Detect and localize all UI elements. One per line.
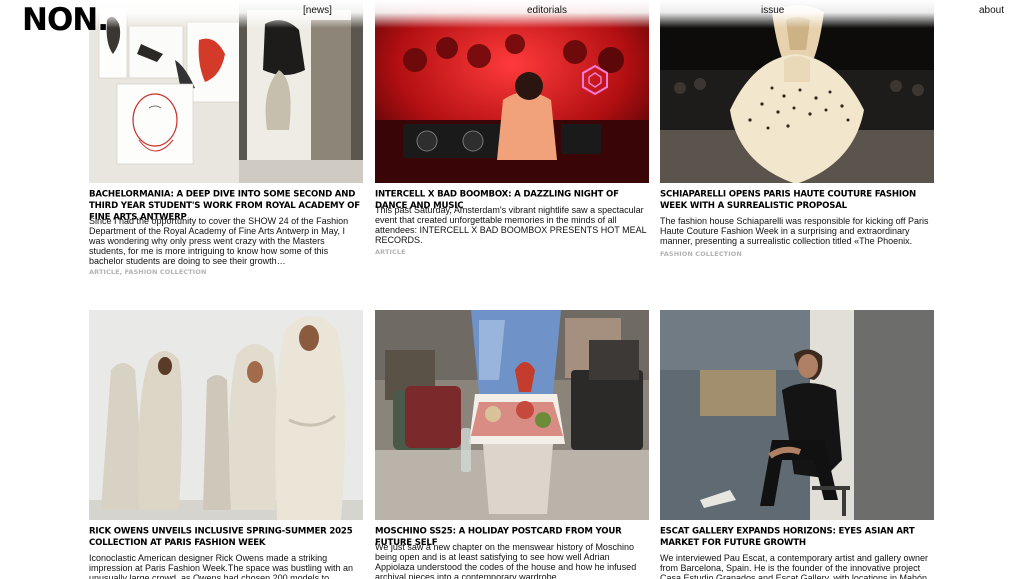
tag-link[interactable]: FASHION COLLECTION bbox=[660, 250, 742, 258]
article-excerpt: Since I had the opportunity to cover the… bbox=[89, 216, 349, 266]
nav-issue[interactable]: issue bbox=[761, 5, 784, 16]
article-card[interactable]: Rick Owens Unveils Inclusive Spring-Summ… bbox=[89, 310, 363, 579]
article-card[interactable]: Intercell x Bad Boombox: A Dazzling Nigh… bbox=[375, 0, 649, 280]
article-image[interactable] bbox=[89, 0, 363, 183]
article-excerpt: This past Saturday, Amsterdam's vibrant … bbox=[375, 205, 647, 245]
nav-about[interactable]: about bbox=[979, 5, 1004, 16]
article-card[interactable]: Moschino SS25: A Holiday Postcard From Y… bbox=[375, 310, 649, 579]
nav-news[interactable]: [news] bbox=[303, 5, 332, 16]
site-logo[interactable]: NON. bbox=[22, 2, 109, 38]
article-card[interactable]: Escat Gallery Expands Horizons: Eyes Asi… bbox=[660, 310, 934, 579]
article-image[interactable] bbox=[375, 310, 649, 520]
tag-link[interactable]: ARTICLE bbox=[375, 248, 406, 256]
tag-link[interactable]: ARTICLE bbox=[89, 268, 120, 276]
nav-editorials[interactable]: editorials bbox=[527, 5, 567, 16]
article-excerpt: We just saw a new chapter on the menswea… bbox=[375, 542, 637, 579]
article-card[interactable]: Schiaparelli Opens Paris Haute Couture F… bbox=[660, 0, 934, 280]
article-image[interactable] bbox=[375, 0, 649, 183]
article-tags: ARTICLE bbox=[375, 248, 406, 256]
article-tags: FASHION COLLECTION bbox=[660, 250, 742, 258]
article-image[interactable] bbox=[89, 310, 363, 520]
tag-link[interactable]: FASHION COLLECTION bbox=[125, 268, 207, 276]
article-title[interactable]: Rick Owens Unveils Inclusive Spring-Summ… bbox=[89, 526, 363, 549]
article-excerpt: The fashion house Schiaparelli was respo… bbox=[660, 216, 929, 246]
article-image[interactable] bbox=[660, 310, 934, 520]
article-title[interactable]: Schiaparelli Opens Paris Haute Couture F… bbox=[660, 189, 934, 212]
article-image[interactable] bbox=[660, 0, 934, 183]
article-excerpt: Iconoclastic American designer Rick Owen… bbox=[89, 553, 353, 579]
article-title[interactable]: Escat Gallery Expands Horizons: Eyes Asi… bbox=[660, 526, 934, 549]
article-card[interactable]: Bachelormania: A Deep Dive Into Some Sec… bbox=[89, 0, 363, 280]
article-tags: ARTICLE, FASHION COLLECTION bbox=[89, 268, 207, 276]
article-excerpt: We interviewed Pau Escat, a contemporary… bbox=[660, 553, 930, 579]
